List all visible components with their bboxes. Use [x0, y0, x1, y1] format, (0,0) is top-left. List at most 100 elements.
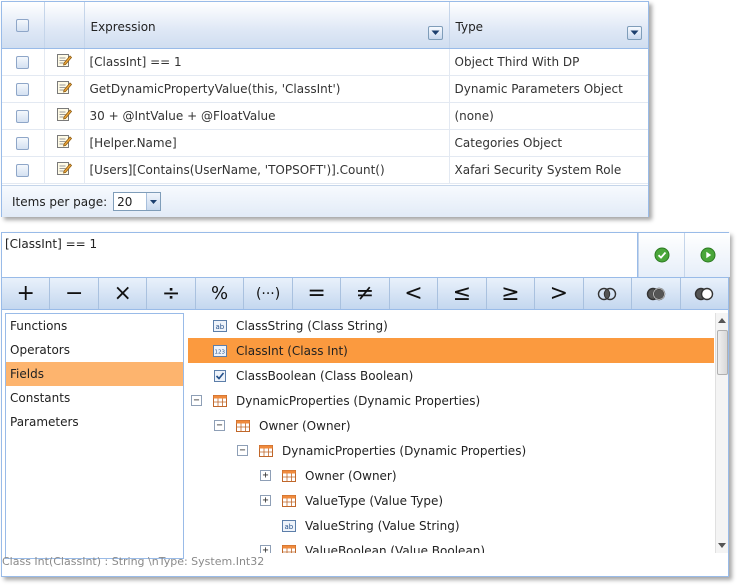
expression-input[interactable]: [ClassInt] == 1 [2, 233, 638, 277]
expression-editor: [ClassInt] == 1 + − × ÷ % (···) = ≠ < ≤ … [1, 232, 730, 577]
category-fields[interactable]: Fields [6, 362, 183, 386]
chevron-down-icon [150, 199, 158, 204]
and-venn-icon [598, 287, 617, 300]
row-checkbox[interactable] [16, 163, 30, 177]
expand-icon[interactable]: + [260, 470, 271, 481]
items-per-page-value: 20 [117, 194, 133, 209]
type-column-menu-button[interactable] [627, 26, 642, 40]
validate-button[interactable] [638, 233, 684, 277]
items-per-page-select[interactable]: 20 [113, 192, 162, 211]
operator-and-button[interactable] [584, 278, 633, 309]
play-icon [700, 247, 715, 263]
status-text: Class Int(ClassInt) : String \nType: Sys… [2, 555, 265, 568]
grid-table: Expression Type [ClassInt] == 1 Object T… [2, 2, 648, 184]
svg-text:123: 123 [215, 349, 226, 355]
operator-modulo-button[interactable]: % [196, 278, 245, 309]
items-per-page-dropdown-button[interactable] [146, 193, 161, 210]
category-parameters[interactable]: Parameters [6, 410, 183, 434]
table-icon [281, 493, 297, 509]
type-cell: (none) [449, 102, 648, 130]
row-checkbox[interactable] [16, 136, 30, 150]
expression-cell: [Users][Contains(UserName, 'TOPSOFT')].C… [84, 156, 450, 184]
collapse-icon[interactable]: − [191, 395, 202, 406]
tree-node[interactable]: ClassBoolean (Class Boolean) [188, 363, 714, 388]
expression-column-header[interactable]: Expression [84, 2, 450, 49]
operator-minus-button[interactable]: − [50, 278, 99, 309]
tree-node-selected[interactable]: 123 ClassInt (Class Int) [188, 338, 714, 363]
table-icon [281, 543, 297, 553]
edit-icon[interactable] [56, 52, 73, 71]
table-row[interactable]: 30 + @IntValue + @FloatValue (none) [2, 102, 648, 130]
items-per-page-label: Items per page: [12, 194, 108, 209]
type-header-label: Type [455, 20, 484, 34]
expand-icon[interactable]: + [260, 545, 271, 553]
type-cell: Categories Object [449, 129, 648, 157]
tree-node[interactable]: ab ValueString (Value String) [188, 513, 714, 538]
operator-divide-button[interactable]: ÷ [147, 278, 196, 309]
collapse-icon[interactable]: − [237, 445, 248, 456]
tree-node[interactable]: − Owner (Owner) [188, 413, 714, 438]
tree-node[interactable]: + ValueType (Value Type) [188, 488, 714, 513]
operator-not-equal-button[interactable]: ≠ [341, 278, 390, 309]
operator-toolbar: + − × ÷ % (···) = ≠ < ≤ ≥ > [2, 277, 728, 310]
table-row[interactable]: [Users][Contains(UserName, 'TOPSOFT')].C… [2, 156, 648, 184]
tree-node[interactable]: + Owner (Owner) [188, 463, 714, 488]
expand-icon[interactable]: + [260, 495, 271, 506]
table-row[interactable]: GetDynamicPropertyValue(this, 'ClassInt'… [2, 75, 648, 103]
table-icon [258, 443, 274, 459]
string-field-icon: ab [212, 318, 228, 334]
table-icon [281, 468, 297, 484]
type-cell: Dynamic Parameters Object [449, 75, 648, 103]
expression-cell: GetDynamicPropertyValue(this, 'ClassInt'… [84, 75, 450, 103]
select-all-checkbox[interactable] [16, 18, 30, 32]
row-checkbox[interactable] [16, 82, 30, 96]
operator-plus-button[interactable]: + [2, 278, 51, 309]
type-cell: Object Third With DP [449, 48, 648, 76]
edit-icon[interactable] [56, 160, 73, 179]
operator-parentheses-button[interactable]: (···) [244, 278, 293, 309]
row-checkbox[interactable] [16, 55, 30, 69]
type-column-header[interactable]: Type [449, 2, 648, 49]
scroll-thumb[interactable] [717, 330, 728, 375]
table-icon [212, 393, 228, 409]
expressions-grid: Expression Type [ClassInt] == 1 Object T… [1, 1, 649, 217]
operator-or-button[interactable] [632, 278, 681, 309]
tree-scrollbar[interactable] [715, 313, 728, 553]
edit-column-header [44, 2, 85, 49]
chevron-down-icon [431, 30, 439, 35]
expression-cell: [ClassInt] == 1 [84, 48, 450, 76]
category-operators[interactable]: Operators [6, 338, 183, 362]
string-field-icon: ab [281, 518, 297, 534]
select-all-header [2, 2, 45, 49]
operator-less-equal-button[interactable]: ≤ [438, 278, 487, 309]
expression-column-menu-button[interactable] [427, 26, 443, 40]
tree-node[interactable]: − DynamicProperties (Dynamic Properties) [188, 438, 714, 463]
fields-tree: ab ClassString (Class String) 123 ClassI… [188, 313, 714, 553]
scroll-down-icon[interactable] [718, 543, 726, 548]
operator-less-button[interactable]: < [390, 278, 439, 309]
execute-button[interactable] [684, 233, 730, 277]
scroll-up-icon[interactable] [718, 318, 726, 323]
table-row[interactable]: [ClassInt] == 1 Object Third With DP [2, 48, 648, 76]
operator-not-button[interactable] [681, 278, 728, 309]
expression-cell: 30 + @IntValue + @FloatValue [84, 102, 450, 130]
category-list: Functions Operators Fields Constants Par… [5, 313, 184, 559]
tree-node[interactable]: ab ClassString (Class String) [188, 313, 714, 338]
collapse-icon[interactable]: − [214, 420, 225, 431]
table-row[interactable]: [Helper.Name] Categories Object [2, 129, 648, 157]
type-cell: Xafari Security System Role [449, 156, 648, 184]
edit-icon[interactable] [56, 133, 73, 152]
row-checkbox[interactable] [16, 109, 30, 123]
operator-greater-equal-button[interactable]: ≥ [487, 278, 536, 309]
operator-equal-button[interactable]: = [293, 278, 342, 309]
category-functions[interactable]: Functions [6, 314, 183, 338]
tree-node[interactable]: + ValueBoolean (Value Boolean) [188, 538, 714, 553]
category-constants[interactable]: Constants [6, 386, 183, 410]
edit-icon[interactable] [56, 79, 73, 98]
tree-node[interactable]: − DynamicProperties (Dynamic Properties) [188, 388, 714, 413]
boolean-field-icon [212, 368, 228, 384]
operator-multiply-button[interactable]: × [99, 278, 148, 309]
edit-icon[interactable] [56, 106, 73, 125]
operator-greater-button[interactable]: > [535, 278, 584, 309]
pager: Items per page: 20 [2, 185, 648, 217]
